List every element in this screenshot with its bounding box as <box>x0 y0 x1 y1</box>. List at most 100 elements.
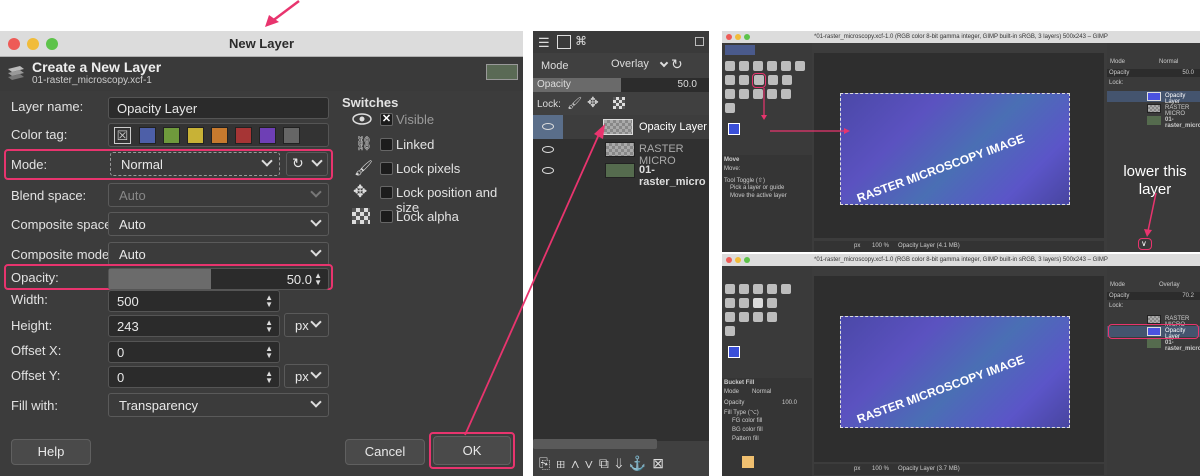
offset-y-spinner[interactable]: ▲ ▼ <box>265 370 273 385</box>
layer-name-input[interactable]: Opacity Layer <box>108 97 329 119</box>
lp-opacity-slider[interactable]: Opacity 50.0 <box>533 78 709 92</box>
dock-mode-value[interactable]: Overlay <box>1159 282 1180 288</box>
scale-icon[interactable] <box>781 284 791 294</box>
clone-icon[interactable] <box>725 312 735 322</box>
zoom-icon[interactable] <box>725 103 735 113</box>
fill-with-dropdown[interactable]: Transparency <box>108 393 329 417</box>
layers-footer-buttons[interactable]: ⎘⊞∧∨⧉⇓⚓⊠ <box>539 455 670 472</box>
clone-icon[interactable] <box>725 89 735 99</box>
channels-tab-icon[interactable] <box>557 35 571 49</box>
tool-option-line[interactable]: Normal <box>752 389 771 395</box>
pattern-swatch[interactable] <box>742 456 754 468</box>
lock-alpha-checkbox[interactable] <box>380 210 393 223</box>
linked-checkbox[interactable] <box>380 138 393 151</box>
text-icon[interactable] <box>767 312 777 322</box>
composite-space-dropdown[interactable]: Auto <box>108 212 329 236</box>
opacity-slider[interactable]: 50.0 ▲ ▼ <box>108 268 329 290</box>
lp-mode-dropdown[interactable]: Overlay <box>611 58 669 76</box>
canvas-image[interactable]: RASTER MICROSCOPY IMAGE <box>840 93 1070 205</box>
dock-layer-row[interactable]: Opacity Layer <box>1107 91 1200 105</box>
dock-layer-row[interactable]: 01-raster_micro <box>1107 115 1200 129</box>
color-tag-swatch[interactable] <box>259 127 276 144</box>
tool-option-line[interactable]: FG color fill <box>732 418 762 424</box>
zoom-icon[interactable] <box>725 326 735 336</box>
offset-y-input[interactable]: 0 ▲ ▼ <box>108 366 280 388</box>
fg-color-swatch[interactable] <box>728 346 740 358</box>
lasso-icon[interactable] <box>753 61 763 71</box>
dock-layer-row[interactable]: 01-raster_micro <box>1107 338 1200 352</box>
size-unit-dropdown[interactable]: px <box>284 313 329 337</box>
tool-option-line[interactable]: BG color fill <box>732 427 763 433</box>
scale-icon[interactable] <box>781 61 791 71</box>
composite-mode-dropdown[interactable]: Auto <box>108 242 329 266</box>
dodge-icon[interactable] <box>739 312 749 322</box>
mode-dropdown[interactable]: Normal <box>110 152 280 176</box>
mode-label: Mode: <box>11 157 48 172</box>
color-tag-swatch[interactable] <box>235 127 252 144</box>
rectangle-icon[interactable] <box>795 61 805 71</box>
lock-pixels-checkbox[interactable] <box>380 162 393 175</box>
move-tool-icon[interactable] <box>725 284 735 294</box>
pencil-icon[interactable] <box>768 75 778 85</box>
crop-icon[interactable] <box>767 61 777 71</box>
lock-position-checkbox[interactable] <box>380 186 393 199</box>
mode-reset-button[interactable]: ↻ <box>286 152 328 176</box>
color-tag-swatch[interactable] <box>163 127 180 144</box>
ok-button[interactable]: OK <box>433 436 511 465</box>
linked-label: Linked <box>396 137 435 152</box>
rect-select-icon[interactable] <box>739 284 749 294</box>
help-button[interactable]: Help <box>11 439 91 465</box>
fill-tool-icon[interactable] <box>725 298 735 308</box>
layers-tab-icon[interactable]: ☰ <box>538 35 553 50</box>
width-input[interactable]: 500 ▲ ▼ <box>108 290 280 312</box>
width-spinner[interactable]: ▲ ▼ <box>265 294 273 309</box>
color-tag-swatch[interactable] <box>283 127 300 144</box>
canvas-area[interactable]: RASTER MICROSCOPY IMAGE <box>814 53 1104 238</box>
offset-unit-dropdown[interactable]: px <box>284 364 329 388</box>
dock-layer-row[interactable]: RASTER MICRO <box>1107 103 1200 117</box>
paths-tab-icon[interactable]: ⌘ <box>575 34 587 48</box>
color-tag-swatch[interactable] <box>187 127 204 144</box>
dock-opacity-slider[interactable]: Opacity 70.2 <box>1107 292 1200 300</box>
heal-icon[interactable] <box>739 298 749 308</box>
lower-layer-button[interactable]: ∨ <box>1141 239 1147 248</box>
pencil-icon[interactable] <box>767 298 777 308</box>
height-spinner[interactable]: ▲ ▼ <box>265 319 273 334</box>
blend-space-dropdown[interactable]: Auto <box>108 183 329 207</box>
canvas-image[interactable]: RASTER MICROSCOPY IMAGE <box>840 316 1070 428</box>
lasso-icon[interactable] <box>753 284 763 294</box>
heal-icon[interactable] <box>739 75 749 85</box>
offset-x-spinner[interactable]: ▲ ▼ <box>265 345 273 360</box>
rect-select-icon[interactable] <box>739 61 749 71</box>
bucket-fill-icon[interactable] <box>753 298 763 308</box>
lock-pixels-icon[interactable]: 🖌 <box>567 96 582 110</box>
fg-color-swatch[interactable] <box>728 123 740 135</box>
fill-tool-icon[interactable] <box>725 75 735 85</box>
dodge-icon[interactable] <box>739 89 749 99</box>
reset-icon[interactable]: ↻ <box>671 56 683 73</box>
smudge-icon[interactable] <box>753 312 763 322</box>
layers-scrollbar[interactable] <box>533 439 657 449</box>
lock-position-icon[interactable]: ✥ <box>587 94 599 111</box>
color-tag-swatch[interactable] <box>139 127 156 144</box>
cancel-button[interactable]: Cancel <box>345 439 425 465</box>
visible-checkbox[interactable]: ✕ <box>380 113 393 126</box>
blend-icon[interactable] <box>782 75 792 85</box>
crop-icon[interactable] <box>767 284 777 294</box>
offset-x-input[interactable]: 0 ▲ ▼ <box>108 341 280 363</box>
panel-menu-icon[interactable] <box>695 37 704 46</box>
height-input[interactable]: 243 ▲ ▼ <box>108 315 280 337</box>
move-tool-icon[interactable] <box>725 61 735 71</box>
canvas-area[interactable]: RASTER MICROSCOPY IMAGE <box>814 276 1104 462</box>
no-color-tag-icon[interactable]: ☒ <box>114 127 131 144</box>
gimp-window-bottom: *01-raster_microscopy.xcf-1.0 (RGB color… <box>722 254 1200 476</box>
tool-option-line[interactable]: Pattern fill <box>732 436 759 442</box>
dock-opacity-slider[interactable]: Opacity 50.0 <box>1107 69 1200 77</box>
dock-mode-value[interactable]: Normal <box>1159 59 1178 65</box>
layer-stack-icon <box>8 66 24 80</box>
lock-alpha-icon[interactable] <box>613 97 625 109</box>
color-tag-selector[interactable]: ☒ <box>108 123 329 147</box>
bucket-fill-icon[interactable] <box>754 75 764 85</box>
tool-option-line[interactable]: 100.0 <box>782 400 797 406</box>
color-tag-swatch[interactable] <box>211 127 228 144</box>
